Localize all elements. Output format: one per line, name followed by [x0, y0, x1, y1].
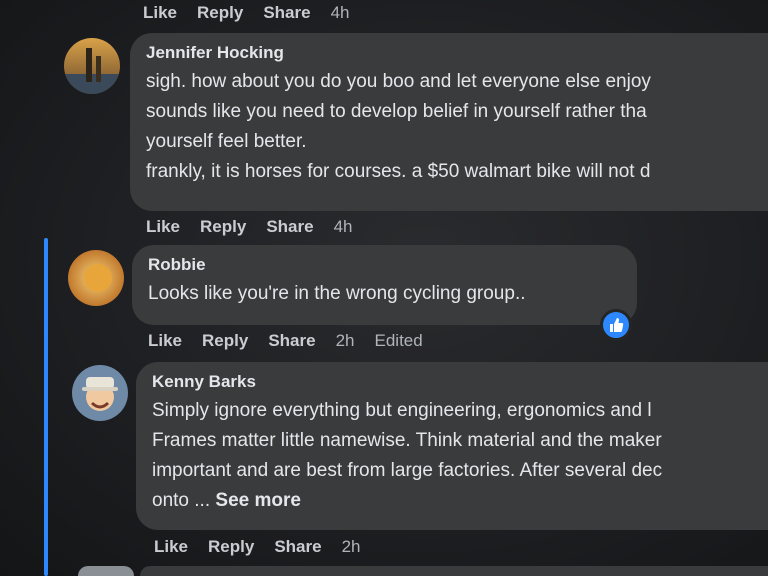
- comment-line: important and are best from large factor…: [152, 460, 663, 481]
- comment-line: Simply ignore everything but engineering…: [152, 400, 652, 421]
- like-button[interactable]: Like: [146, 217, 180, 237]
- comment-timestamp: 2h: [341, 537, 361, 556]
- comment-author[interactable]: Robbie: [148, 255, 619, 275]
- comment-line: frankly, it is horses for courses. a $50…: [146, 161, 651, 182]
- avatar[interactable]: [78, 566, 134, 576]
- like-button[interactable]: Like: [143, 3, 177, 23]
- comment-bubble: Jennifer Hocking sigh. how about you do …: [130, 33, 768, 211]
- comment-bubble: Kenny Barks Simply ignore everything but…: [136, 362, 768, 530]
- see-more-link[interactable]: See more: [215, 490, 301, 511]
- reply-button[interactable]: Reply: [200, 217, 246, 237]
- comment-line: yourself feel better.: [146, 131, 307, 152]
- comment-actions: Like Reply Share 2h Edited: [148, 331, 423, 351]
- comment-author[interactable]: Kenny Barks: [152, 372, 768, 392]
- comment-line-last: onto ... See more: [152, 486, 768, 516]
- comment-line: Looks like you're in the wrong cycling g…: [148, 283, 526, 304]
- avatar-photo-icon: [64, 38, 120, 94]
- avatar[interactable]: [68, 250, 124, 306]
- avatar-cartoon-icon: [72, 365, 128, 421]
- thumbs-up-icon: [610, 318, 624, 332]
- comment-timestamp: 4h: [330, 3, 350, 22]
- comment-bubble: [140, 566, 768, 576]
- comment-actions: Like Reply Share 2h: [154, 537, 361, 557]
- comment-timestamp: 4h: [333, 217, 353, 236]
- comment-line: sigh. how about you do you boo and let e…: [146, 71, 651, 92]
- avatar[interactable]: [64, 38, 120, 94]
- share-button[interactable]: Share: [274, 537, 321, 557]
- share-button[interactable]: Share: [263, 3, 310, 23]
- share-button[interactable]: Share: [268, 331, 315, 351]
- reply-button[interactable]: Reply: [202, 331, 248, 351]
- comment-thread-screen: Like Reply Share 4h Jennifer Hocking sig…: [0, 0, 768, 576]
- comment-line: sounds like you need to develop belief i…: [146, 101, 647, 122]
- comment-timestamp: 2h: [335, 331, 355, 350]
- reply-thread-line: [44, 238, 48, 576]
- comment-bubble: Robbie Looks like you're in the wrong cy…: [132, 245, 637, 325]
- like-reaction-icon[interactable]: [600, 309, 632, 341]
- comment-author[interactable]: Jennifer Hocking: [146, 43, 768, 63]
- reply-button[interactable]: Reply: [197, 3, 243, 23]
- avatar[interactable]: [72, 365, 128, 421]
- edited-label[interactable]: Edited: [375, 331, 423, 351]
- comment-line: onto ...: [152, 490, 211, 511]
- like-button[interactable]: Like: [148, 331, 182, 351]
- like-button[interactable]: Like: [154, 537, 188, 557]
- comment-actions: Like Reply Share 4h: [146, 217, 353, 237]
- reply-button[interactable]: Reply: [208, 537, 254, 557]
- avatar-photo-icon: [68, 250, 124, 306]
- comment-actions: Like Reply Share 4h: [143, 3, 350, 23]
- share-button[interactable]: Share: [266, 217, 313, 237]
- comment-line: Frames matter little namewise. Think mat…: [152, 430, 662, 451]
